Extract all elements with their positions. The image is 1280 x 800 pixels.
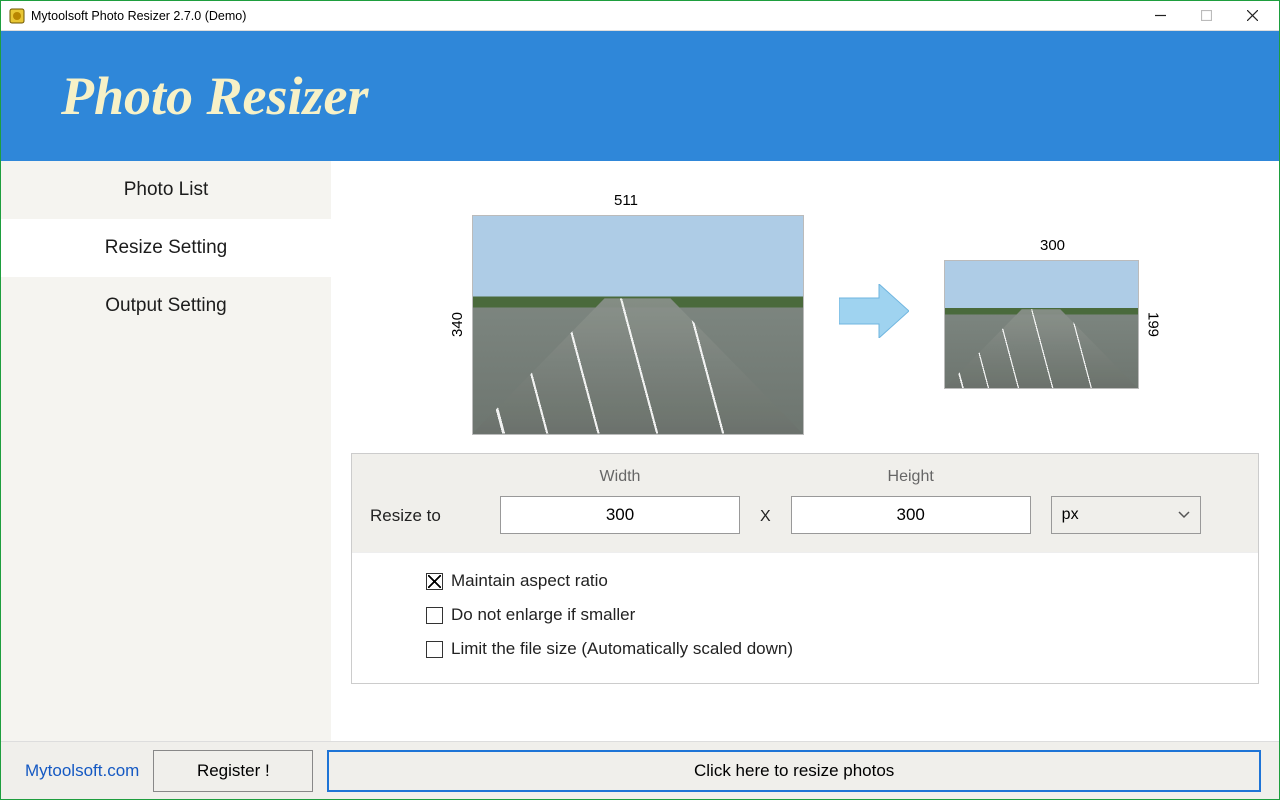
chevron-down-icon (1178, 506, 1190, 524)
titlebar: Mytoolsoft Photo Resizer 2.7.0 (Demo) (1, 1, 1279, 31)
tab-label: Resize Setting (105, 237, 228, 259)
resize-form: Resize to Width X Height px (351, 453, 1259, 684)
app-banner: Photo Resizer (1, 31, 1279, 161)
checkbox-icon (426, 607, 443, 624)
unit-value: px (1062, 506, 1079, 524)
banner-title: Photo Resizer (61, 65, 369, 127)
check-aspect-ratio[interactable]: Maintain aspect ratio (426, 571, 1228, 591)
width-input[interactable] (500, 496, 740, 534)
height-input[interactable] (791, 496, 1031, 534)
content-area: Photo List Resize Setting Output Setting… (1, 161, 1279, 741)
window-buttons (1137, 1, 1275, 30)
height-column: Height (791, 468, 1031, 534)
tab-label: Output Setting (105, 295, 226, 317)
target-image-box: 300 199 (944, 237, 1162, 389)
width-label: Width (600, 468, 641, 486)
main-panel: 511 340 300 199 (331, 161, 1279, 741)
target-height-label: 199 (1145, 312, 1162, 337)
tab-resize-setting[interactable]: Resize Setting (1, 219, 331, 277)
tab-output-setting[interactable]: Output Setting (1, 277, 331, 335)
target-thumbnail (944, 260, 1139, 389)
unit-select[interactable]: px (1051, 496, 1201, 534)
check-limit-size[interactable]: Limit the file size (Automatically scale… (426, 639, 1228, 659)
check-no-enlarge[interactable]: Do not enlarge if smaller (426, 605, 1228, 625)
window-title: Mytoolsoft Photo Resizer 2.7.0 (Demo) (31, 9, 1137, 23)
tab-label: Photo List (124, 179, 209, 201)
resize-dimension-row: Resize to Width X Height px (352, 454, 1258, 553)
checkbox-icon (426, 641, 443, 658)
height-label: Height (888, 468, 934, 486)
source-image-box: 511 340 (449, 192, 804, 435)
checkbox-icon (426, 573, 443, 590)
resize-label: Click here to resize photos (694, 761, 894, 781)
source-width-label: 511 (614, 192, 638, 209)
minimize-button[interactable] (1137, 1, 1183, 30)
maximize-button[interactable] (1183, 1, 1229, 30)
resize-button[interactable]: Click here to resize photos (327, 750, 1261, 792)
arrow-icon (839, 284, 909, 343)
options-list: Maintain aspect ratio Do not enlarge if … (382, 571, 1228, 659)
register-button[interactable]: Register ! (153, 750, 313, 792)
vendor-link[interactable]: Mytoolsoft.com (19, 761, 139, 781)
register-label: Register ! (197, 761, 270, 781)
source-height-label: 340 (449, 312, 466, 337)
check-label: Limit the file size (Automatically scale… (451, 639, 793, 659)
preview-area: 511 340 300 199 (351, 173, 1259, 453)
source-thumbnail (472, 215, 804, 435)
close-button[interactable] (1229, 1, 1275, 30)
width-column: Width (500, 468, 740, 534)
sidebar: Photo List Resize Setting Output Setting (1, 161, 331, 741)
app-icon (9, 8, 25, 24)
resize-to-label: Resize to (370, 506, 480, 534)
dimension-separator: X (760, 508, 771, 534)
check-label: Do not enlarge if smaller (451, 605, 635, 625)
app-window: Mytoolsoft Photo Resizer 2.7.0 (Demo) Ph… (0, 0, 1280, 800)
target-width-label: 300 (1040, 237, 1065, 254)
check-label: Maintain aspect ratio (451, 571, 608, 591)
footer: Mytoolsoft.com Register ! Click here to … (1, 741, 1279, 799)
tab-photo-list[interactable]: Photo List (1, 161, 331, 219)
